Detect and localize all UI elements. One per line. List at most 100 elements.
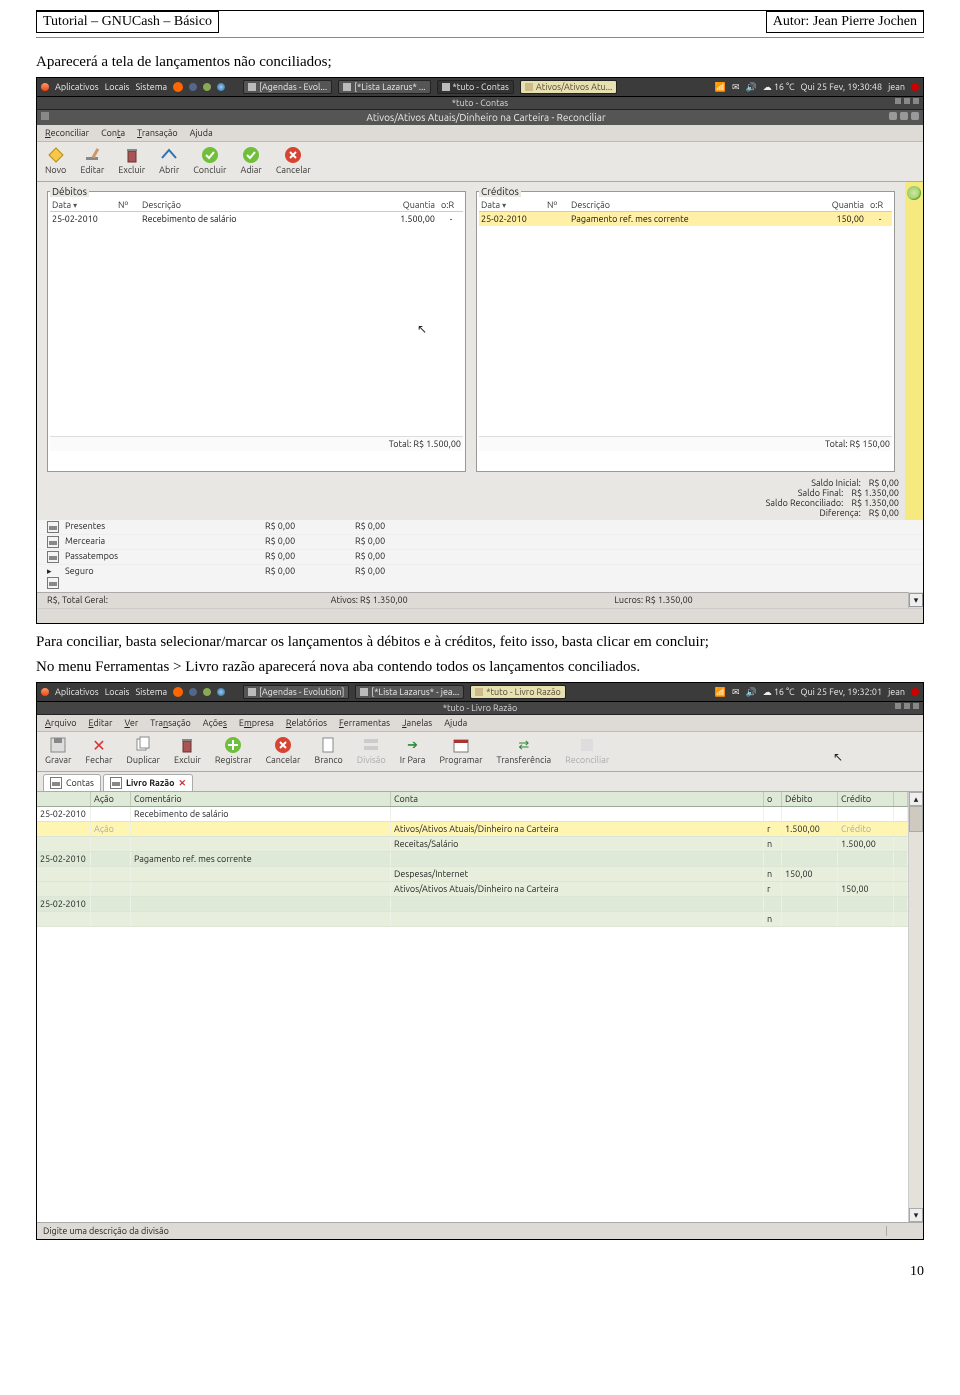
register-row[interactable]: 25-02-2010 [37, 897, 908, 912]
account-row[interactable]: PassatemposR$ 0,00R$ 0,00 [37, 549, 923, 564]
menu-acoes[interactable]: Ações [203, 718, 227, 728]
firefox-icon[interactable] [173, 687, 183, 697]
tab-close-icon[interactable]: ✕ [179, 778, 187, 789]
tb-adiar[interactable]: Adiar [240, 146, 261, 175]
debitos-row[interactable]: 25-02-2010 Recebimento de salário 1.500,… [50, 212, 463, 226]
tb-goto[interactable]: ➔Ir Para [400, 736, 426, 765]
scroll-down-icon[interactable]: ▾ [909, 593, 923, 607]
tb-cancel[interactable]: Cancelar [276, 146, 311, 175]
volume-icon[interactable]: 🔊 [746, 82, 757, 93]
scroll-up-icon[interactable]: ▴ [909, 792, 923, 806]
shutdown-icon[interactable] [911, 83, 919, 91]
panel-menu-apps[interactable]: Aplicativos [55, 82, 99, 92]
sysmenu-icon[interactable] [41, 112, 49, 120]
tb-open[interactable]: Abrir [159, 146, 179, 175]
app-launcher-icon[interactable] [189, 83, 197, 91]
scroll-down-icon[interactable]: ▾ [909, 1208, 923, 1222]
min-icon[interactable] [889, 112, 897, 120]
menu-ferramentas[interactable]: Ferramentas [339, 718, 390, 728]
taskbar-item[interactable]: [Agendas - Evolution] [243, 685, 349, 699]
tb-sched[interactable]: Programar [439, 736, 482, 765]
sort-asc-icon[interactable]: ▾ [502, 201, 506, 210]
tb-concluir[interactable]: Concluir [193, 146, 226, 175]
taskbar-item-active[interactable]: *tuto - Livro Razão [470, 685, 566, 699]
tb-blank[interactable]: Branco [314, 736, 342, 765]
sort-asc-icon[interactable]: ▾ [73, 201, 77, 210]
register-row[interactable]: Ativos/Ativos Atuais/Dinheiro na Carteir… [37, 882, 908, 897]
menu-conta[interactable]: Conta [101, 128, 125, 138]
taskbar-item[interactable]: [Agendas - Evol... [243, 80, 332, 94]
tb-cancel[interactable]: Cancelar [266, 736, 301, 765]
weather-indicator[interactable]: ☁ 16 °C [763, 82, 795, 93]
app-launcher-icon[interactable] [189, 688, 197, 696]
add-icon[interactable] [907, 186, 921, 200]
close-icon[interactable] [911, 112, 919, 120]
tb-save[interactable]: Gravar [45, 736, 71, 765]
min-icon[interactable] [895, 703, 901, 709]
tb-transfer[interactable]: ⇄Transferência [497, 736, 552, 765]
taskbar-item-active[interactable]: *tuto - Contas [437, 80, 514, 94]
scrollbar-thumb[interactable] [909, 806, 923, 832]
register-row[interactable]: Despesas/Internetn150,00 [37, 867, 908, 882]
max-icon[interactable] [904, 703, 910, 709]
panel-menu-places[interactable]: Locais [105, 82, 130, 92]
close-icon[interactable] [913, 703, 919, 709]
register-row[interactable]: AçãoAtivos/Ativos Atuais/Dinheiro na Car… [37, 822, 908, 837]
taskbar-item[interactable]: Ativos/Ativos Atu... [520, 80, 617, 94]
firefox-icon[interactable] [173, 82, 183, 92]
taskbar-item[interactable]: [*Lista Lazarus* ... [338, 80, 430, 94]
menu-ajuda[interactable]: Ajuda [444, 718, 467, 728]
menu-janelas[interactable]: Janelas [402, 718, 432, 728]
menu-transacao[interactable]: Transação [137, 128, 177, 138]
register-row[interactable]: 25-02-2010Recebimento de salário [37, 807, 908, 822]
account-row[interactable]: ▸ SeguroR$ 0,00R$ 0,00 [37, 564, 923, 592]
tb-delete[interactable]: Excluir [118, 146, 145, 175]
register-row[interactable]: n [37, 912, 908, 927]
max-icon[interactable] [904, 98, 910, 104]
tb-del[interactable]: Excluir [174, 736, 201, 765]
panel-menu-system[interactable]: Sistema [135, 82, 167, 92]
menu-transacao[interactable]: Transação [150, 718, 190, 728]
menu-ver[interactable]: Ver [124, 718, 138, 728]
tb-register[interactable]: Registrar [215, 736, 252, 765]
menu-reconciliar[interactable]: Reconciliar [45, 128, 89, 138]
tb-new[interactable]: Novo [45, 146, 66, 175]
close-icon[interactable] [913, 98, 919, 104]
network-icon[interactable]: 📶 [715, 82, 726, 93]
panel-menu-apps[interactable]: Aplicativos [55, 687, 99, 697]
menu-empresa[interactable]: Empresa [239, 718, 274, 728]
creditos-row[interactable]: 25-02-2010 Pagamento ref. mes corrente 1… [479, 212, 892, 226]
clock-indicator[interactable]: Qui 25 Fev, 19:32:01 [801, 687, 883, 697]
clock-indicator[interactable]: Qui 25 Fev, 19:30:48 [801, 82, 883, 92]
panel-menu-system[interactable]: Sistema [135, 687, 167, 697]
shutdown-icon[interactable] [911, 688, 919, 696]
taskbar-item[interactable]: [*Lista Lazarus* - jea... [355, 685, 464, 699]
max-icon[interactable] [900, 112, 908, 120]
menu-relatorios[interactable]: Relatórios [286, 718, 327, 728]
mail-icon[interactable]: ✉ [732, 82, 740, 93]
user-indicator[interactable]: jean [888, 82, 905, 92]
tb-close[interactable]: ✕Fechar [85, 736, 112, 765]
user-indicator[interactable]: jean [888, 687, 905, 697]
menu-arquivo[interactable]: Arquivo [45, 718, 76, 728]
menu-ajuda[interactable]: Ajuda [190, 128, 213, 138]
app-launcher-icon-2[interactable] [203, 688, 211, 696]
app-launcher-icon-2[interactable] [203, 83, 211, 91]
tab-livro-razao[interactable]: Livro Razão ✕ [103, 774, 193, 791]
account-row[interactable]: MerceariaR$ 0,00R$ 0,00 [37, 534, 923, 549]
vertical-scrollbar[interactable]: ▴ ▾ [908, 792, 923, 1222]
tb-edit[interactable]: Editar [80, 146, 104, 175]
tb-dup[interactable]: Duplicar [126, 736, 160, 765]
app-launcher-icon-3[interactable] [217, 83, 225, 91]
mail-icon[interactable]: ✉ [732, 687, 740, 698]
register-row[interactable]: Receitas/Salárion1.500,00 [37, 837, 908, 852]
network-icon[interactable]: 📶 [715, 687, 726, 698]
tab-contas[interactable]: Contas [43, 774, 101, 791]
volume-icon[interactable]: 🔊 [746, 687, 757, 698]
panel-menu-places[interactable]: Locais [105, 687, 130, 697]
menu-editar[interactable]: Editar [88, 718, 112, 728]
app-launcher-icon-3[interactable] [217, 688, 225, 696]
account-row[interactable]: PresentesR$ 0,00R$ 0,00 [37, 520, 923, 534]
register-row[interactable]: 25-02-2010Pagamento ref. mes corrente [37, 852, 908, 867]
weather-indicator[interactable]: ☁ 16 °C [763, 687, 795, 698]
